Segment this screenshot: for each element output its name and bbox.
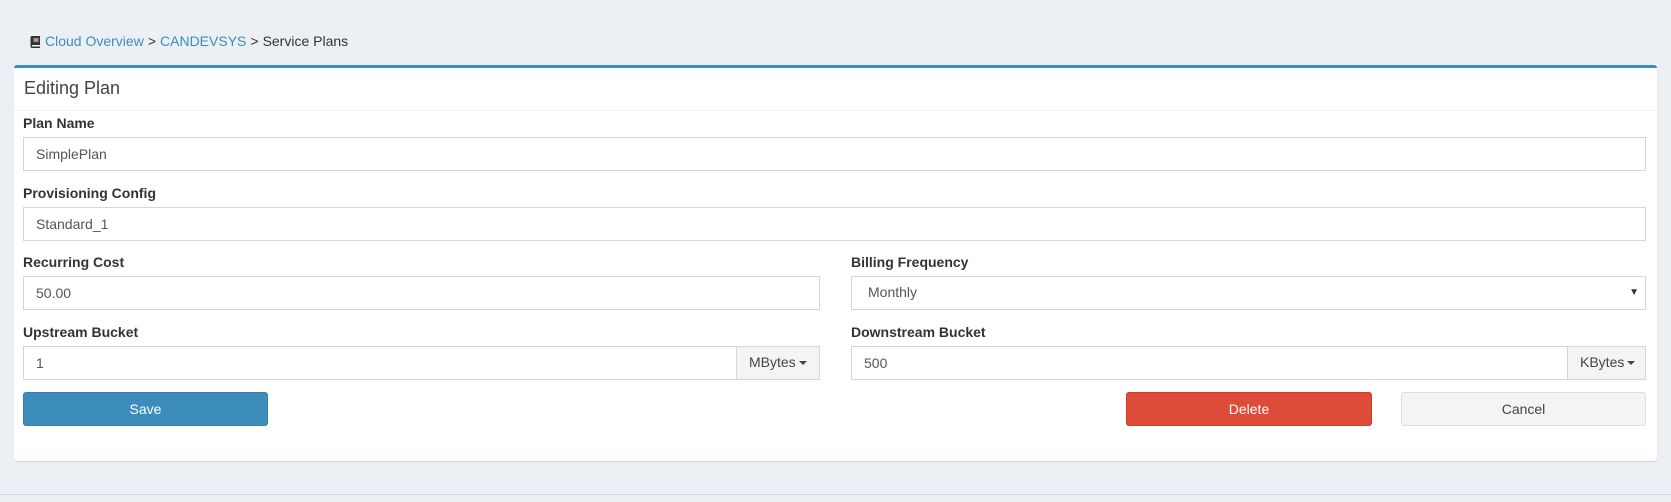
breadcrumb-cloud-overview[interactable]: Cloud Overview — [45, 33, 144, 49]
billing-frequency-select[interactable]: Monthly ▼ — [851, 276, 1646, 310]
downstream-bucket-label: Downstream Bucket — [851, 324, 986, 340]
delete-button[interactable]: Delete — [1126, 392, 1372, 426]
plan-name-input[interactable] — [23, 137, 1646, 171]
upstream-unit-dropdown[interactable]: MBytes — [736, 346, 820, 380]
save-button[interactable]: Save — [23, 392, 268, 426]
book-icon — [30, 33, 41, 53]
panel-header: Editing Plan — [14, 68, 1657, 111]
editing-plan-panel: Editing Plan Plan Name Provisioning Conf… — [14, 65, 1657, 461]
recurring-cost-label: Recurring Cost — [23, 254, 125, 270]
downstream-unit-dropdown[interactable]: KBytes — [1567, 346, 1646, 380]
provisioning-config-label: Provisioning Config — [23, 185, 156, 201]
downstream-bucket-input[interactable] — [851, 346, 1568, 380]
recurring-cost-input[interactable] — [23, 276, 820, 310]
upstream-unit-label: MBytes — [749, 354, 796, 370]
breadcrumb-candevsys[interactable]: CANDEVSYS — [160, 33, 246, 49]
provisioning-config-input[interactable] — [23, 207, 1646, 241]
cancel-button[interactable]: Cancel — [1401, 392, 1646, 426]
breadcrumb-separator: > — [147, 33, 157, 49]
plan-name-label: Plan Name — [23, 115, 95, 131]
dropdown-arrow-icon: ▼ — [1629, 287, 1639, 298]
breadcrumb-current-service-plans: Service Plans — [262, 33, 349, 49]
billing-frequency-selected-value: Monthly — [868, 284, 918, 300]
upstream-bucket-label: Upstream Bucket — [23, 324, 139, 340]
breadcrumb: Cloud Overview > CANDEVSYS > Service Plans — [30, 31, 348, 51]
caret-down-icon — [798, 361, 807, 366]
billing-frequency-label: Billing Frequency — [851, 254, 969, 270]
caret-down-icon — [1627, 361, 1636, 366]
footer-divider — [0, 494, 1671, 495]
downstream-unit-label: KBytes — [1580, 354, 1625, 370]
upstream-bucket-input[interactable] — [23, 346, 737, 380]
breadcrumb-separator: > — [250, 33, 259, 49]
panel-title: Editing Plan — [24, 78, 121, 98]
